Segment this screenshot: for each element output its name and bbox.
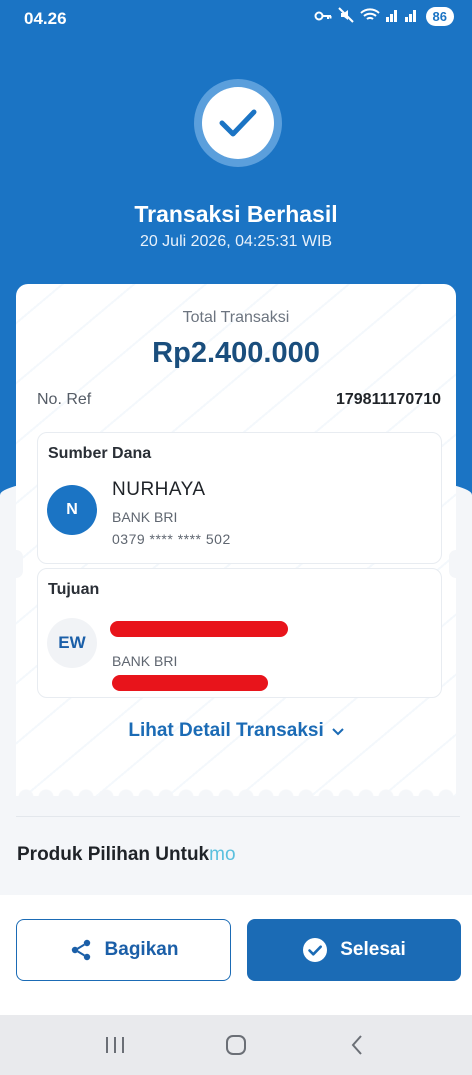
success-badge [194, 79, 282, 167]
total-amount: Rp2.400.000 [152, 337, 320, 369]
destination-section: Tujuan EW BANK BRI [37, 568, 442, 698]
detail-link-label: Lihat Detail Transaksi [128, 720, 324, 741]
home-icon [225, 1035, 246, 1055]
action-bar: Bagikan Selesai [0, 895, 472, 1015]
home-button[interactable] [216, 1025, 256, 1065]
products-title-text: Produk Pilihan Untuk [17, 844, 210, 865]
source-account-number: 0379 **** **** 502 [112, 531, 231, 547]
wifi-icon [359, 8, 380, 25]
source-bank-name: BANK BRI [112, 509, 178, 525]
products-section-title: Produk Pilihan Untukmo [17, 844, 236, 866]
source-avatar: N [47, 485, 97, 535]
total-label: Total Transaksi [182, 309, 290, 326]
status-icons: 86 [314, 7, 454, 26]
back-icon [351, 1035, 362, 1055]
key-icon [314, 9, 332, 25]
products-title-brand: mo [209, 844, 236, 865]
section-divider [16, 816, 460, 817]
status-bar: 04.26 86 [0, 0, 472, 36]
system-navigation-bar [0, 1015, 472, 1075]
transaction-status-title: Transaksi Berhasil [134, 201, 338, 227]
source-section-title: Sumber Dana [48, 445, 152, 462]
status-time: 04.26 [24, 9, 67, 28]
redaction-mark-name [110, 621, 288, 637]
destination-bank-name: BANK BRI [112, 653, 178, 669]
redaction-mark-account [112, 675, 268, 691]
mute-icon [337, 7, 354, 26]
source-account-name: NURHAYA [112, 479, 206, 500]
done-button-label: Selesai [340, 939, 406, 960]
battery-badge: 86 [425, 7, 454, 26]
share-button[interactable]: Bagikan [16, 919, 231, 981]
ref-value: 179811170710 [335, 391, 441, 408]
destination-avatar: EW [47, 618, 97, 668]
receipt-notch-left [9, 550, 23, 578]
recents-icon [106, 1037, 125, 1053]
success-badge-inner [202, 87, 274, 159]
transaction-datetime: 20 Juli 2026, 04:25:31 WIB [139, 233, 333, 250]
ref-label: No. Ref [37, 391, 92, 408]
signal-icon [385, 8, 420, 25]
done-button[interactable]: Selesai [247, 919, 461, 981]
share-icon [71, 939, 90, 961]
share-button-label: Bagikan [104, 939, 179, 960]
recents-button[interactable] [95, 1025, 135, 1065]
receipt-notch-right [449, 550, 463, 578]
view-transaction-detail-link[interactable]: Lihat Detail Transaksi [16, 720, 456, 742]
check-circle-icon [303, 938, 328, 962]
receipt-card: Total Transaksi Rp2.400.000 No. Ref 1798… [16, 284, 456, 796]
check-icon [219, 109, 257, 137]
source-of-funds-section: Sumber Dana N NURHAYA BANK BRI 0379 ****… [37, 432, 442, 564]
back-button[interactable] [337, 1025, 377, 1065]
chevron-down-icon [328, 723, 344, 739]
destination-section-title: Tujuan [48, 581, 100, 598]
